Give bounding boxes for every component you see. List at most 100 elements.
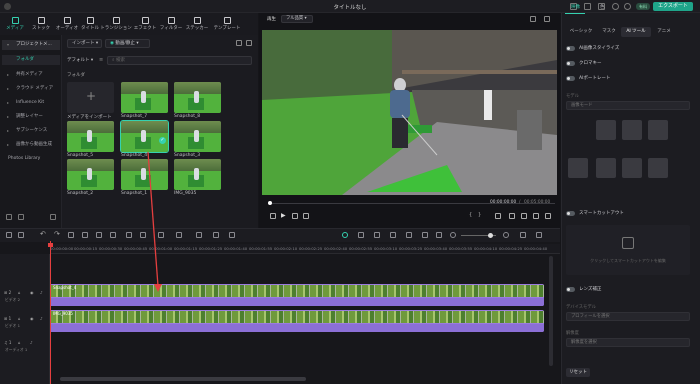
avatar[interactable] [612, 3, 619, 10]
mask-icon[interactable] [140, 232, 146, 238]
fullscreen-icon[interactable] [545, 213, 551, 219]
sidebar-item-folder[interactable]: フォルダ [2, 55, 60, 65]
layout-icon[interactable] [584, 3, 591, 10]
snapshot-icon[interactable] [530, 16, 536, 22]
mark-in-icon[interactable]: { [469, 212, 472, 218]
select-icon[interactable] [18, 232, 24, 238]
volume-icon[interactable]: ♪ [30, 340, 33, 345]
ai-icon[interactable] [342, 232, 348, 238]
tab-media[interactable]: メディア [2, 14, 28, 34]
collapse-icon[interactable] [50, 214, 56, 220]
speed-icon[interactable] [158, 232, 164, 238]
delete-icon[interactable] [68, 232, 74, 238]
lock-icon[interactable]: ⌂ [18, 290, 21, 295]
media-thumb[interactable] [67, 159, 114, 190]
quality-dropdown[interactable]: フル品質 ▾ [281, 15, 313, 23]
more-icon[interactable] [229, 232, 235, 238]
eye-icon[interactable]: ◉ [30, 316, 34, 321]
audio-icon[interactable] [213, 232, 219, 238]
tab-effect[interactable]: エフェクト [132, 14, 158, 34]
resolution-dropdown[interactable]: 解像度を選択 [566, 338, 690, 347]
redo-icon[interactable]: ↷ [54, 230, 60, 238]
prev-frame-icon[interactable] [270, 213, 276, 219]
portrait-preset[interactable] [596, 120, 616, 140]
media-thumb[interactable] [67, 121, 114, 152]
sidebar-item-photos[interactable]: Photos Library [2, 154, 60, 164]
grid-icon[interactable] [520, 232, 526, 238]
sidebar-item-influence-kit[interactable]: ▸ Influence Kit [2, 98, 60, 108]
horizontal-scrollbar[interactable] [60, 377, 306, 381]
cut-icon[interactable] [82, 232, 88, 238]
next-frame-icon[interactable] [292, 213, 298, 219]
subtab-ai-tools[interactable]: AI ツール [621, 27, 651, 37]
type-filter[interactable]: ◉ 動画/静止 ▾ [105, 39, 150, 48]
import-tile[interactable]: + [67, 82, 114, 113]
media-thumb[interactable] [121, 82, 168, 113]
sidebar-item-shared[interactable]: ▸ 共有メディア [2, 70, 60, 80]
media-thumb[interactable] [174, 82, 221, 113]
zoom-in-icon[interactable] [503, 232, 509, 238]
portrait-preset[interactable] [568, 158, 588, 178]
smart-cutout-toggle[interactable] [566, 211, 575, 216]
more-icon[interactable] [246, 40, 252, 46]
sidebar-item-adjust-layer[interactable]: ▸ 調整レイヤー [2, 112, 60, 122]
lock-icon[interactable]: ⌂ [18, 340, 21, 345]
reset-button[interactable]: リセット [566, 368, 590, 377]
timeline-clip[interactable]: Snapshot_4 [50, 284, 544, 306]
folder-icon[interactable] [18, 214, 24, 220]
time-ruler[interactable]: 00:00:00:00 00:00:00:15 00:00:00:30 00:0… [50, 244, 560, 254]
media-thumb[interactable] [174, 121, 221, 152]
sidebar-item-subsequence[interactable]: ▸ サブシーケンス [2, 126, 60, 136]
grid-icon[interactable] [6, 232, 12, 238]
zoom-handle[interactable] [488, 233, 493, 238]
tab-video[interactable]: 映像 [571, 3, 580, 12]
chroma-toggle[interactable] [566, 61, 575, 66]
sidebar-item-project-media[interactable]: ▾ プロジェクトメ... [2, 40, 60, 50]
media-thumb[interactable] [174, 159, 221, 190]
play-icon[interactable]: ▶ [281, 212, 286, 219]
download-icon[interactable] [624, 3, 631, 10]
shield-icon[interactable] [358, 232, 364, 238]
volume-icon[interactable]: ♪ [40, 316, 43, 321]
stop-icon[interactable] [303, 213, 309, 219]
portrait-preset[interactable] [622, 120, 642, 140]
chevron-down-icon[interactable] [536, 232, 542, 238]
tab-color[interactable]: 色 [600, 3, 605, 12]
new-folder-icon[interactable] [6, 214, 12, 220]
media-thumb[interactable] [121, 159, 168, 190]
text-icon[interactable] [110, 232, 116, 238]
tab-title[interactable]: タイトル [80, 14, 100, 34]
smart-cutout-box[interactable]: クリックしてスマートカットアウトを編集 [566, 225, 690, 275]
model-dropdown[interactable]: 画像モード [566, 101, 690, 110]
portrait-preset[interactable] [648, 158, 668, 178]
media-thumb-selected[interactable]: ✓ [120, 120, 169, 153]
motion-icon[interactable] [406, 232, 412, 238]
image-icon[interactable] [422, 232, 428, 238]
ai-stylize-toggle[interactable] [566, 46, 575, 51]
tab-filter[interactable]: フィルター [158, 14, 184, 34]
tab-stock[interactable]: ストック [28, 14, 54, 34]
mic-icon[interactable] [374, 232, 380, 238]
lock-icon[interactable]: ⌂ [18, 316, 21, 321]
tab-template[interactable]: テンプレート [212, 14, 242, 34]
vertical-scrollbar[interactable] [549, 256, 553, 366]
tab-audio[interactable]: オーディオ [54, 14, 80, 34]
filter-icon[interactable]: ≡ [99, 56, 105, 65]
portrait-preset[interactable] [648, 120, 668, 140]
list-icon[interactable] [390, 232, 396, 238]
scrub-handle[interactable] [268, 201, 272, 205]
lens-toggle[interactable] [566, 287, 575, 292]
crop-icon[interactable] [96, 232, 102, 238]
sidebar-item-cloud[interactable]: ▸ クラウド メディア [2, 84, 60, 94]
tab-transition[interactable]: トランジション [100, 14, 132, 34]
export-button[interactable]: エクスポート [653, 2, 693, 11]
eye-icon[interactable]: ◉ [30, 290, 34, 295]
import-button[interactable]: インポート ▾ [67, 39, 102, 48]
subtab-mask[interactable]: マスク [597, 27, 621, 37]
portrait-preset[interactable] [622, 158, 642, 178]
mark-out-icon[interactable]: } [478, 212, 481, 218]
zoom-out-icon[interactable] [450, 232, 456, 238]
color-icon[interactable] [176, 232, 182, 238]
playhead-handle[interactable] [48, 243, 53, 247]
tab-sticker[interactable]: ステッカー [184, 14, 210, 34]
